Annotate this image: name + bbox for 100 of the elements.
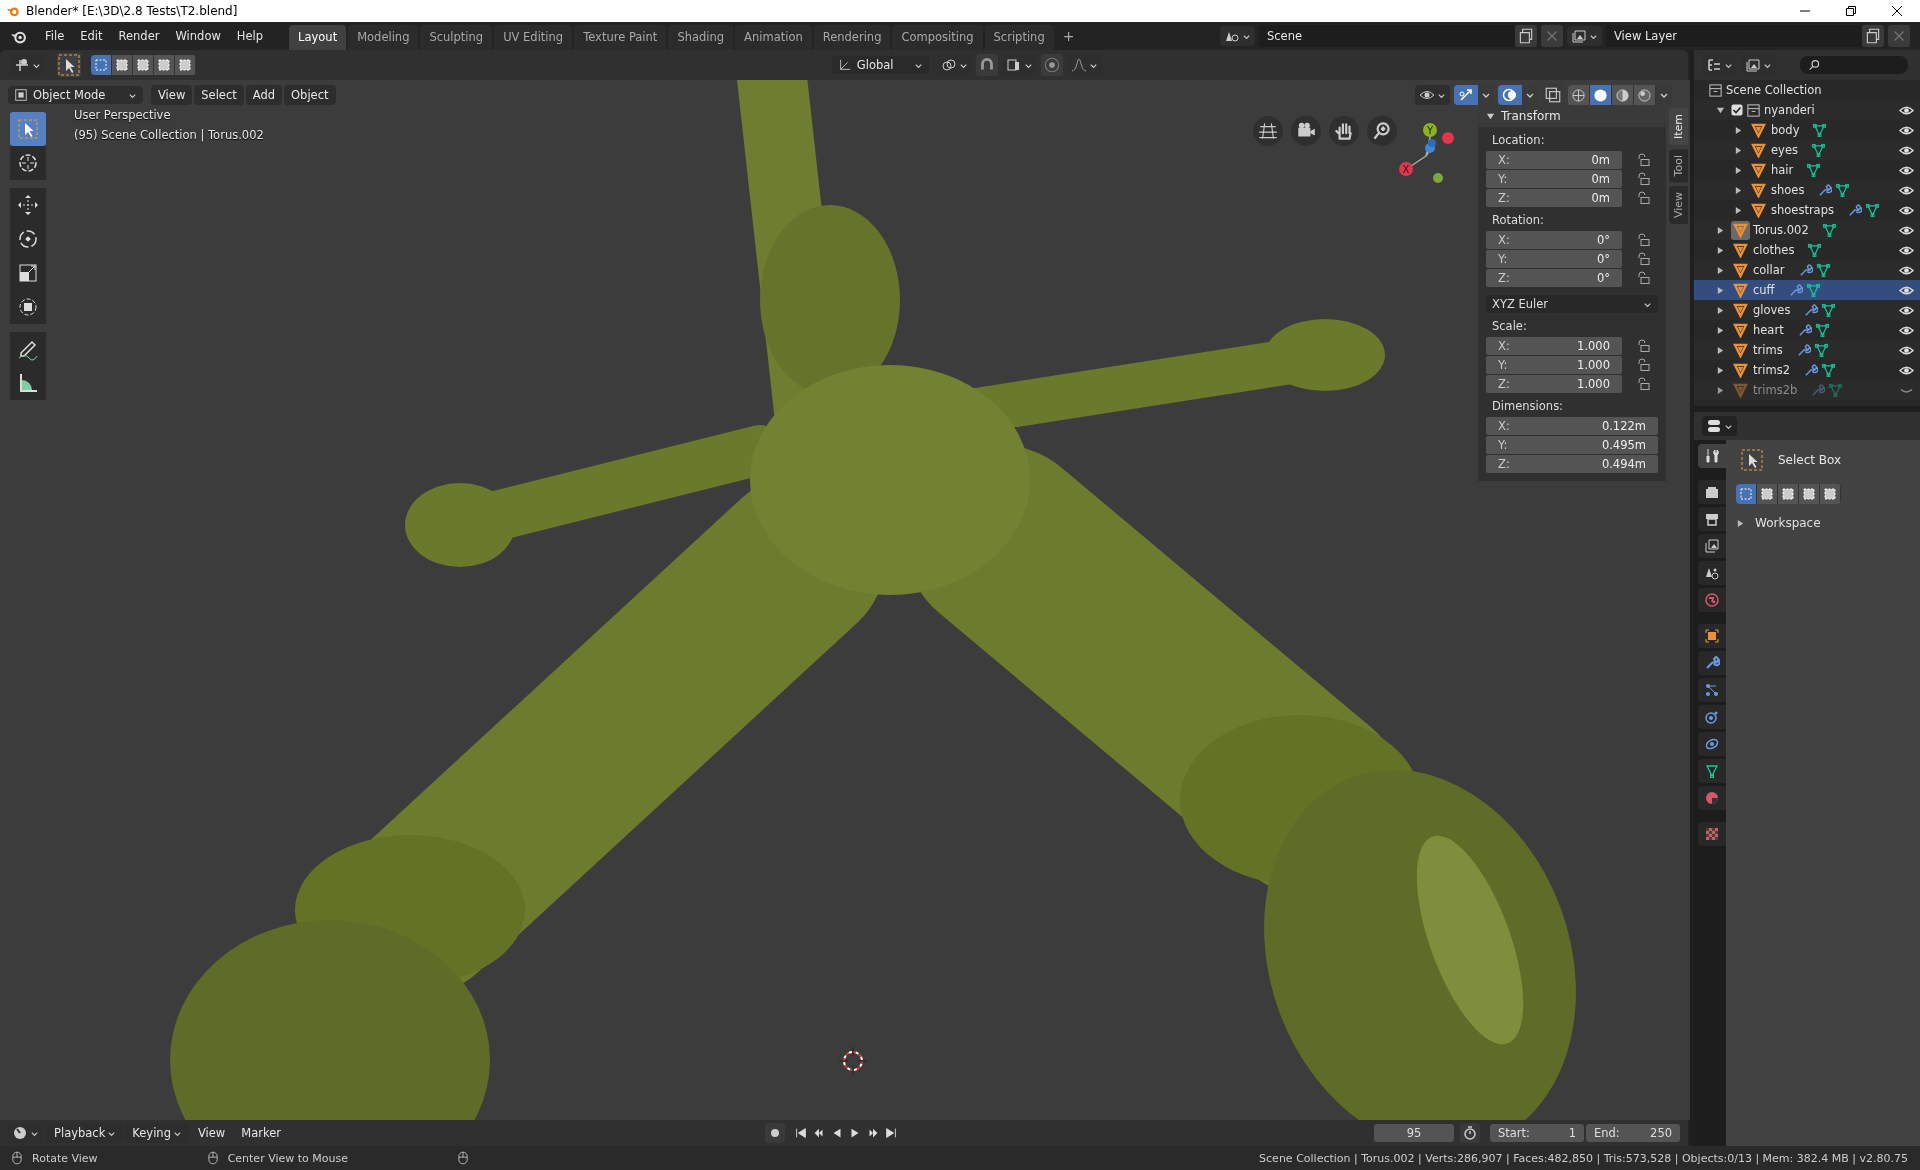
- editor-type-button[interactable]: [1702, 416, 1737, 436]
- menu-item[interactable]: Help: [228, 26, 272, 46]
- number-field[interactable]: Y: 0°: [1486, 250, 1622, 268]
- workspace-tab[interactable]: Shading: [668, 25, 734, 50]
- disclosure-triangle-icon[interactable]: [1734, 165, 1743, 175]
- stopwatch-icon[interactable]: [1460, 1123, 1480, 1143]
- padlock-icon[interactable]: [1636, 377, 1650, 391]
- outliner-item[interactable]: eyes: [1771, 143, 1798, 157]
- shading-button[interactable]: [1568, 84, 1590, 106]
- collapse-triangle-icon[interactable]: [1486, 111, 1495, 121]
- menu-item[interactable]: Edit: [72, 26, 111, 46]
- tool-button[interactable]: [10, 366, 46, 400]
- workspace-tab[interactable]: Rendering: [813, 25, 891, 50]
- disclosure-triangle-icon[interactable]: [1734, 205, 1743, 215]
- number-field[interactable]: Y: 0m: [1486, 170, 1622, 188]
- outliner-item[interactable]: Scene Collection: [1726, 83, 1822, 97]
- padlock-icon[interactable]: [1636, 191, 1650, 205]
- menu-item[interactable]: Window: [167, 26, 229, 46]
- copy-icon[interactable]: [1862, 25, 1884, 47]
- workspace-tab[interactable]: Texture Paint: [574, 25, 667, 50]
- properties-tab[interactable]: [1698, 786, 1726, 810]
- number-field[interactable]: Z: 0.494m: [1486, 455, 1658, 473]
- shading-button[interactable]: [1634, 84, 1656, 106]
- search-field[interactable]: [1800, 56, 1908, 74]
- select-mode-button[interactable]: [1757, 484, 1778, 504]
- workspace-tab[interactable]: Layout: [289, 25, 347, 50]
- padlock-icon[interactable]: [1636, 271, 1650, 285]
- mesh-triangle-icon[interactable]: [1815, 262, 1831, 278]
- outliner-item[interactable]: body: [1771, 123, 1800, 137]
- padlock-icon[interactable]: [1636, 233, 1650, 247]
- properties-tab[interactable]: [1698, 444, 1726, 468]
- select-mode-button[interactable]: [1820, 484, 1841, 504]
- mesh-triangle-icon[interactable]: [1810, 142, 1826, 158]
- workspace-tab[interactable]: Animation: [735, 25, 812, 50]
- outliner-item[interactable]: trims: [1753, 343, 1783, 357]
- disclosure-triangle-icon[interactable]: [1716, 285, 1725, 295]
- shading-button[interactable]: [1590, 84, 1612, 106]
- mesh-triangle-icon[interactable]: [1864, 202, 1880, 218]
- workspace-tab[interactable]: Modeling: [348, 25, 419, 50]
- outliner-item[interactable]: heart: [1753, 323, 1784, 337]
- disclosure-triangle-icon[interactable]: [1734, 145, 1743, 155]
- outliner-item[interactable]: shoes: [1771, 183, 1805, 197]
- workspace-tab[interactable]: Scripting: [984, 25, 1054, 50]
- menu-item[interactable]: File: [37, 26, 73, 46]
- scene-type-button[interactable]: [1220, 26, 1255, 46]
- number-field[interactable]: X: 0°: [1486, 231, 1622, 249]
- menu-button[interactable]: Select: [194, 85, 244, 105]
- tool-button[interactable]: [10, 332, 46, 366]
- workspace-tab[interactable]: Sculpting: [420, 25, 493, 50]
- disclosure-triangle-icon[interactable]: [1734, 185, 1743, 195]
- select-mode-button[interactable]: [91, 55, 112, 75]
- disclosure-triangle-icon[interactable]: [1716, 385, 1725, 395]
- mesh-triangle-icon[interactable]: [1835, 182, 1851, 198]
- xray-icon[interactable]: [1542, 84, 1564, 106]
- proportional-edit-icon[interactable]: [1040, 54, 1063, 76]
- properties-tab[interactable]: [1698, 480, 1726, 504]
- mesh-triangle-icon[interactable]: [1806, 162, 1822, 178]
- wrench-icon[interactable]: [1803, 302, 1819, 318]
- select-mode-button[interactable]: [1736, 484, 1757, 504]
- properties-tab[interactable]: [1698, 759, 1726, 783]
- select-mode-button[interactable]: [133, 55, 154, 75]
- view-layer-field[interactable]: View Layer: [1606, 25, 1862, 47]
- outliner-item[interactable]: shoestraps: [1771, 203, 1834, 217]
- disclosure-triangle-icon[interactable]: [1716, 365, 1725, 375]
- number-field[interactable]: Y: 0.495m: [1486, 436, 1658, 454]
- outliner-item[interactable]: cuff: [1753, 283, 1775, 297]
- outliner-item[interactable]: trims2b: [1753, 383, 1798, 397]
- disclosure-triangle-icon[interactable]: [1716, 245, 1725, 255]
- select-mode-button[interactable]: [1799, 484, 1820, 504]
- disclosure-triangle-icon[interactable]: [1716, 225, 1725, 235]
- sidebar-tab[interactable]: View: [1669, 186, 1688, 225]
- orientation-dropdown[interactable]: Global: [831, 56, 929, 74]
- padlock-icon[interactable]: [1636, 252, 1650, 266]
- number-field[interactable]: X: 0.122m: [1486, 417, 1658, 435]
- select-box-icon[interactable]: [57, 53, 81, 77]
- select-mode-button[interactable]: [175, 55, 196, 75]
- workspace-tab[interactable]: Compositing: [892, 25, 983, 50]
- padlock-icon[interactable]: [1636, 358, 1650, 372]
- current-frame-field[interactable]: 95: [1374, 1124, 1454, 1142]
- disclosure-triangle-icon[interactable]: [1716, 305, 1725, 315]
- outliner-item[interactable]: Torus.002: [1753, 223, 1809, 237]
- axis-gizmo-drawing[interactable]: X Y: [1378, 108, 1468, 198]
- properties-tab[interactable]: [1698, 732, 1726, 756]
- properties-tab[interactable]: [1698, 624, 1726, 648]
- properties-tab[interactable]: [1698, 507, 1726, 531]
- disclosure-triangle-icon[interactable]: [1716, 345, 1725, 355]
- rotation-mode-dropdown[interactable]: XYZ Euler: [1486, 295, 1658, 313]
- gizmo-toggle-button[interactable]: [1454, 85, 1478, 105]
- view-layer-type-button[interactable]: [1567, 26, 1602, 46]
- padlock-icon[interactable]: [1636, 339, 1650, 353]
- mesh-triangle-icon[interactable]: [1814, 322, 1830, 338]
- tool-button[interactable]: [10, 290, 46, 324]
- add-workspace-button[interactable]: +: [1055, 24, 1082, 50]
- tool-button[interactable]: [10, 146, 46, 180]
- shading-button[interactable]: [1612, 84, 1634, 106]
- mesh-triangle-icon[interactable]: [1821, 222, 1837, 238]
- outliner-item[interactable]: hair: [1771, 163, 1794, 177]
- workspace-tab[interactable]: UV Editing: [494, 25, 573, 50]
- number-field[interactable]: X: 0m: [1486, 151, 1622, 169]
- select-mode-button[interactable]: [112, 55, 133, 75]
